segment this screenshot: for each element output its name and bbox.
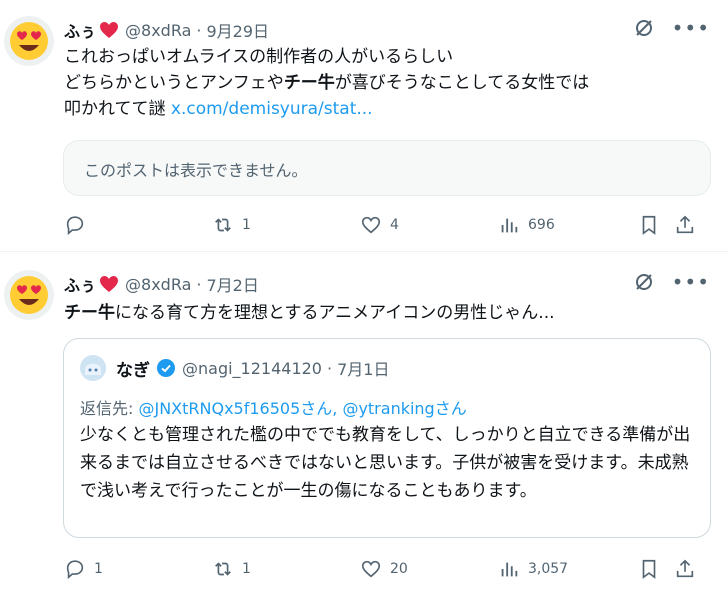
unavailable-post-card: このポストは表示できません。 — [63, 140, 711, 196]
tweet[interactable]: ふぅ @8xdRa · 9月29日 ••• これおっぱいオムライスの制作者の人が… — [0, 0, 728, 252]
quoted-avatar — [80, 355, 106, 381]
separator: · — [326, 358, 333, 378]
quoted-timestamp: 7月1日 — [337, 360, 390, 379]
tweet-header-actions: ••• — [634, 272, 710, 292]
timestamp[interactable]: 7月2日 — [206, 272, 258, 296]
display-name[interactable]: ふぅ — [64, 272, 96, 296]
share-icon — [676, 559, 694, 578]
tweet-line: どちらかというとアンフェやチー牛が喜びそうなことしてる女性では — [64, 73, 590, 93]
grok-icon[interactable] — [634, 272, 654, 292]
share-button[interactable] — [674, 558, 694, 580]
tweet-line: 叩かれてて謎 x.com/demisyura/stat... — [64, 99, 373, 119]
quoted-tweet[interactable]: なぎ @nagi_12144120 · 7月1日 返信先: @JNXtRNQx5… — [63, 338, 711, 538]
retweet-count: 1 — [242, 217, 251, 233]
reply-to-line: 返信先: @JNXtRNQx5f16505さん, @ytrankingさん — [80, 399, 467, 418]
tweet-line: チー牛になる育て方を理想とするアニメアイコンの男性じゃん... — [64, 303, 555, 323]
tweet-header: ふぅ @8xdRa · 9月29日 — [64, 18, 269, 42]
reply-icon — [66, 216, 84, 236]
quoted-tweet-header: なぎ @nagi_12144120 · 7月1日 — [80, 355, 389, 381]
handle[interactable]: @8xdRa — [125, 21, 191, 40]
tweet-header-actions: ••• — [634, 18, 710, 38]
retweet-icon — [215, 218, 231, 232]
like-icon — [361, 560, 381, 578]
more-icon[interactable]: ••• — [672, 272, 710, 292]
handle[interactable]: @8xdRa — [125, 275, 191, 294]
like-button[interactable]: 20 — [360, 558, 498, 580]
bookmark-icon — [642, 215, 656, 235]
avatar[interactable] — [4, 270, 54, 320]
retweet-button[interactable]: 1 — [212, 558, 360, 580]
quoted-handle: @nagi_12144120 — [182, 358, 322, 378]
share-button[interactable] — [674, 214, 694, 236]
views-button[interactable]: 3,057 — [498, 558, 638, 580]
timestamp[interactable]: 9月29日 — [206, 18, 269, 42]
reply-to-handles[interactable]: @JNXtRNQx5f16505さん, @ytrankingさん — [138, 399, 466, 418]
anime-avatar-icon — [80, 355, 106, 381]
reply-button[interactable]: 1 — [64, 558, 212, 580]
retweet-button[interactable]: 1 — [212, 214, 360, 236]
verified-badge-icon — [157, 359, 175, 377]
grok-icon[interactable] — [634, 18, 654, 38]
views-count: 696 — [528, 217, 555, 233]
tweet-line: これおっぱいオムライスの制作者の人がいるらしい — [64, 47, 454, 67]
tweet-text: チー牛になる育て方を理想とするアニメアイコンの男性じゃん... — [64, 300, 712, 326]
more-icon[interactable]: ••• — [672, 18, 710, 38]
share-icon — [676, 215, 694, 234]
heart-eyes-emoji-icon — [10, 276, 48, 314]
tweet-header: ふぅ @8xdRa · 7月2日 — [64, 272, 259, 296]
like-count: 4 — [390, 217, 399, 233]
reply-icon — [66, 560, 84, 580]
red-heart-icon — [100, 276, 119, 292]
tweet-actions: 1 4 696 — [64, 214, 712, 236]
reply-button[interactable] — [64, 214, 212, 236]
quoted-tweet-text: 少なくとも管理された檻の中ででも教育をして、しっかりと自立できる準備が出来るまで… — [80, 425, 691, 501]
separator: · — [196, 274, 202, 294]
views-icon — [501, 218, 518, 233]
views-count: 3,057 — [528, 561, 569, 577]
bookmark-button[interactable] — [638, 558, 674, 580]
reply-count: 1 — [94, 561, 103, 577]
tweet-text: これおっぱいオムライスの制作者の人がいるらしい どちらかというとアンフェやチー牛… — [64, 44, 712, 122]
retweet-count: 1 — [242, 561, 251, 577]
tweet-actions: 1 1 20 3,057 — [64, 558, 712, 580]
separator: · — [196, 20, 202, 40]
retweet-icon — [215, 562, 231, 576]
red-heart-icon — [100, 22, 119, 38]
bookmark-button[interactable] — [638, 214, 674, 236]
heart-eyes-emoji-icon — [10, 22, 48, 60]
avatar[interactable] — [4, 16, 54, 66]
tweet-link[interactable]: x.com/demisyura/stat... — [171, 99, 373, 119]
like-button[interactable]: 4 — [360, 214, 498, 236]
views-icon — [501, 562, 518, 577]
like-count: 20 — [390, 561, 408, 577]
bookmark-icon — [642, 559, 656, 579]
like-icon — [361, 216, 381, 234]
display-name[interactable]: ふぅ — [64, 18, 96, 42]
views-button[interactable]: 696 — [498, 214, 638, 236]
quoted-display-name: なぎ — [116, 360, 150, 381]
tweet[interactable]: ふぅ @8xdRa · 7月2日 ••• チー牛になる育て方を理想とするアニメア… — [0, 252, 728, 596]
